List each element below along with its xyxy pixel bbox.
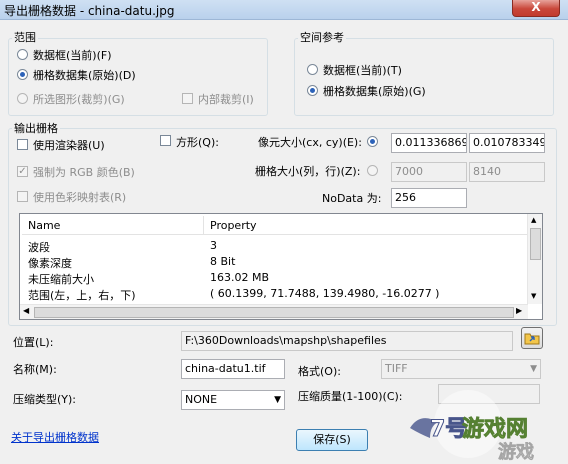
row-value: 3 [210,239,217,252]
compression-select[interactable]: NONE ▼ [181,390,285,410]
extent-legend: 范围 [12,29,38,45]
name-label: 名称(M): [13,363,57,376]
row-name: 范围(左，上，右，下) [28,289,136,302]
close-icon: X [531,0,541,14]
clip-inside-label[interactable]: 内部裁剪(I) [198,91,254,107]
title-bar: 导出栅格数据 - china-datu.jpg X [0,0,568,20]
cell-size-x-input[interactable]: 0.0113368694 [391,133,467,153]
row-value: ( 60.1399, 71.7488, 139.4980, -16.0277 ) [210,287,440,300]
scroll-left-icon[interactable]: ◀ [23,306,29,315]
about-link[interactable]: 关于导出栅格数据 [11,429,99,445]
location-label: 位置(L): [13,336,54,349]
folder-icon [524,333,540,345]
watermark-logo: 7号 游戏网 游戏 [410,390,534,463]
vertical-scrollbar[interactable]: ▲ ▼ [527,214,542,304]
force-rgb-label[interactable]: 强制为 RGB 颜色(B) [33,164,135,180]
save-button[interactable]: 保存(S) [296,429,368,451]
use-renderer-checkbox[interactable] [17,139,28,150]
quality-label: 压缩质量(1-100)(C): [298,390,403,403]
chevron-down-icon: ▼ [274,395,281,405]
extent-raster-radio[interactable] [17,69,28,80]
location-input[interactable]: F:\360Downloads\mapshp\shapefiles [181,331,513,351]
raster-rows-input[interactable]: 8140 [469,162,545,182]
spatial-ref-legend: 空间参考 [298,29,346,45]
use-colormap-checkbox[interactable] [17,191,28,202]
raster-size-radio[interactable] [367,165,378,176]
raster-cols-input[interactable]: 7000 [391,162,467,182]
spatial-ref-raster-label[interactable]: 栅格数据集(原始)(G) [323,83,426,99]
horizontal-scrollbar[interactable]: ◀ ▶ [20,304,528,319]
scroll-thumb[interactable] [34,307,514,318]
use-colormap-label[interactable]: 使用色彩映射表(R) [33,189,126,205]
nodata-label: NoData 为: [322,192,382,205]
scroll-thumb[interactable] [530,228,541,260]
window-title: 导出栅格数据 - china-datu.jpg [4,4,175,18]
cell-size-y-input[interactable]: 0.0107833495 [469,133,545,153]
cell-size-label: 像元大小(cx, cy)(E): [258,136,362,149]
scroll-right-icon[interactable]: ▶ [516,306,522,315]
save-button-label: 保存(S) [313,433,351,446]
scroll-down-icon[interactable]: ▼ [531,292,536,300]
cell-size-radio[interactable] [367,136,378,147]
output-raster-legend: 输出栅格 [12,120,60,136]
row-value: 8 Bit [210,255,236,268]
extent-selected-graphics-label[interactable]: 所选图形(裁剪)(G) [33,91,125,107]
spatial-ref-dataframe-radio[interactable] [307,64,318,75]
column-header-property[interactable]: Property [204,216,528,235]
extent-dataframe-radio[interactable] [17,49,28,60]
compression-value: NONE [185,393,218,406]
extent-dataframe-label[interactable]: 数据框(当前)(F) [33,47,112,63]
row-name: 波段 [28,241,50,254]
format-label: 格式(O): [298,365,341,378]
browse-button[interactable] [521,327,543,349]
row-name: 未压缩前大小 [28,273,94,286]
row-value: 163.02 MB [210,271,270,284]
properties-table[interactable]: Name Property 波段 3 像素深度 8 Bit 未压缩前大小 163… [19,213,543,320]
clip-inside-checkbox[interactable] [182,93,193,104]
spatial-ref-raster-radio[interactable] [307,85,318,96]
row-name: 像素深度 [28,257,72,270]
nodata-input[interactable]: 256 [391,188,467,208]
scroll-up-icon[interactable]: ▲ [531,216,536,224]
use-renderer-label[interactable]: 使用渲染器(U) [33,137,105,153]
raster-size-label: 栅格大小(列，行)(Z): [255,165,361,178]
close-button[interactable]: X [512,0,560,17]
compression-label: 压缩类型(Y): [13,393,77,406]
extent-raster-label[interactable]: 栅格数据集(原始)(D) [33,67,136,83]
name-input[interactable]: china-datu1.tif [181,359,285,379]
extent-selected-graphics-radio[interactable] [17,93,28,104]
force-rgb-checkbox[interactable]: ✓ [17,166,28,177]
svg-text:游戏网: 游戏网 [462,416,528,442]
square-checkbox[interactable] [160,135,171,146]
spatial-ref-dataframe-label[interactable]: 数据框(当前)(T) [323,62,402,78]
square-label[interactable]: 方形(Q): [176,134,219,150]
column-header-name[interactable]: Name [22,216,204,235]
svg-text:游戏: 游戏 [498,441,534,463]
